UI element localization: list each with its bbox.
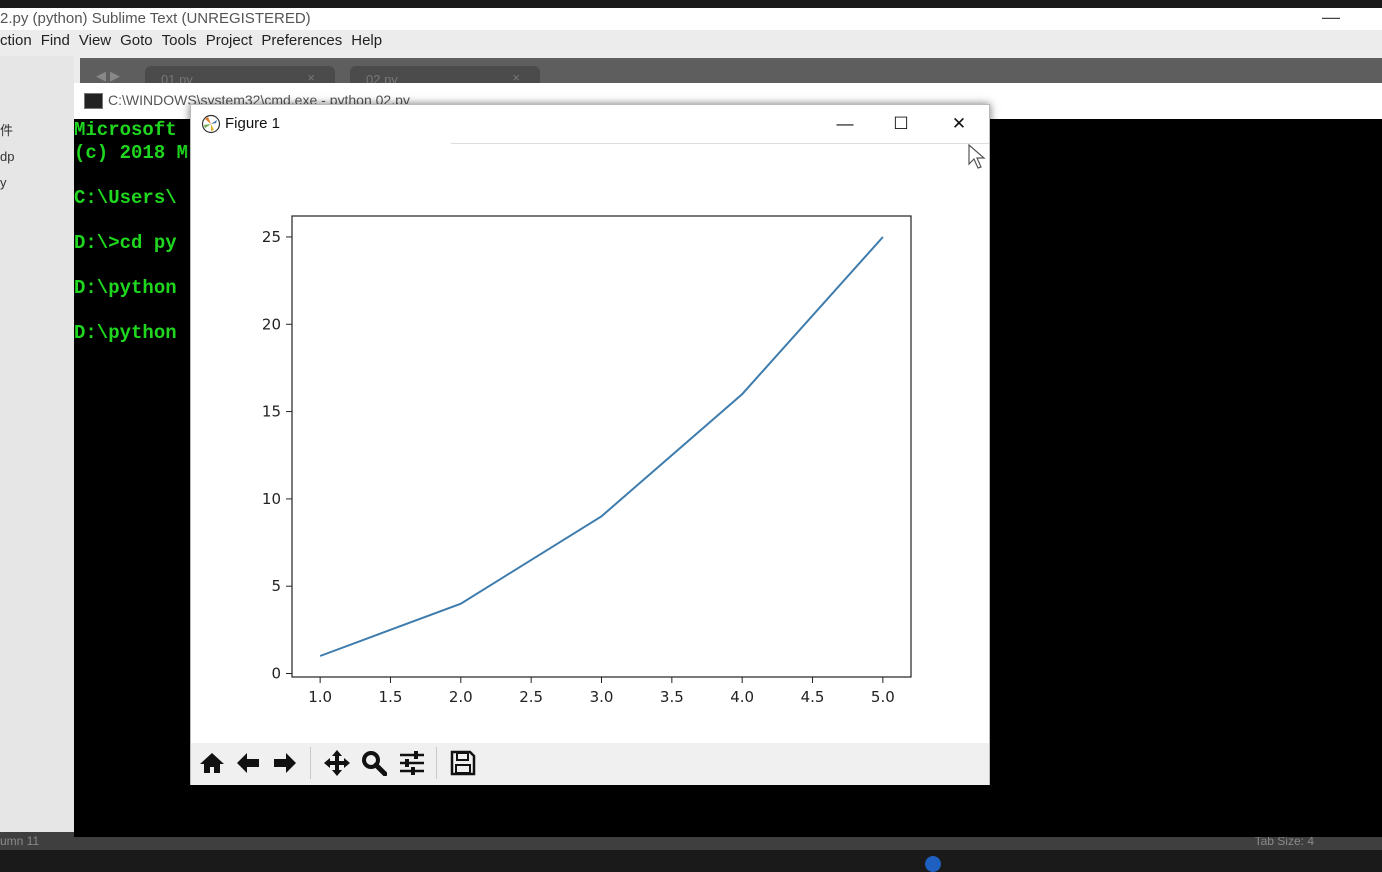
save-floppy-icon [450,750,476,776]
console-line: C:\Users\ [74,186,177,209]
x-tick-label: 3.0 [590,688,614,706]
menu-help[interactable]: Help [351,32,382,49]
mouse-cursor-icon [968,144,986,169]
forward-button[interactable] [268,746,302,780]
x-tick-label: 1.0 [308,688,332,706]
sublime-minimize-button[interactable]: — [1322,6,1340,28]
pan-button[interactable] [320,746,354,780]
menu-goto[interactable]: Goto [120,32,153,49]
y-tick-label: 20 [262,315,281,333]
titlebar-divider [451,143,989,144]
figure-canvas[interactable]: 1.0 1.5 2.0 2.5 3.0 3.5 4.0 4.5 5.0 0 5 10 15 20 25 [191,145,989,743]
status-position: umn 11 [0,834,40,848]
zoom-magnifier-icon [362,751,387,776]
y-tick-label: 25 [262,228,281,246]
zoom-button[interactable] [357,746,391,780]
menu-tools[interactable]: Tools [162,32,197,49]
menu-project[interactable]: Project [206,32,253,49]
console-line: (c) 2018 M [74,141,189,164]
toolbar-separator [310,747,311,779]
tab-scroll-arrows-icon[interactable]: ◀▶ [96,68,124,84]
home-button[interactable] [195,746,229,780]
sublime-sidebar: 件 dp y [0,56,74,836]
menu-preferences[interactable]: Preferences [261,32,342,49]
pan-move-icon [324,750,350,776]
sidebar-item[interactable]: dp [0,144,74,170]
subplots-button[interactable] [395,746,429,780]
y-tick-label: 10 [262,490,281,508]
figure-titlebar[interactable]: Figure 1 — ☐ ✕ [191,105,989,143]
x-axis: 1.0 1.5 2.0 2.5 3.0 3.5 4.0 4.5 5.0 [308,677,895,706]
forward-arrow-icon [274,753,296,773]
menu-view[interactable]: View [79,32,111,49]
maximize-button[interactable]: ☐ [873,105,929,143]
console-line: Microsoft [74,119,177,141]
x-tick-label: 2.5 [519,688,543,706]
sublime-menubar: ction Find View Goto Tools Project Preferences… [0,32,391,56]
back-button[interactable] [231,746,265,780]
save-button[interactable] [446,746,480,780]
navigation-toolbar [191,743,989,785]
menu-find[interactable]: Find [41,32,70,49]
close-button[interactable]: ✕ [931,105,987,143]
y-tick-label: 0 [271,665,281,683]
matplotlib-logo-icon [201,114,221,134]
y-axis: 0 5 10 15 20 25 [262,228,292,683]
line-chart[interactable]: 1.0 1.5 2.0 2.5 3.0 3.5 4.0 4.5 5.0 0 5 10 15 20 25 [191,145,989,743]
console-line: D:\python [74,321,177,344]
cmd-console-output: Microsoft (c) 2018 M C:\Users\ D:\>cd py … [74,119,188,344]
figure-window[interactable]: Figure 1 — ☐ ✕ 1.0 1.5 2.0 2.5 3.0 3.5 4.0 4.5 5… [190,104,990,785]
taskbar-indicator-icon [925,856,941,872]
home-icon [200,753,224,773]
x-tick-label: 2.0 [449,688,473,706]
x-tick-label: 3.5 [660,688,684,706]
console-line: D:\python [74,276,177,299]
y-tick-label: 5 [271,577,281,595]
menu-selection[interactable]: ction [0,32,32,49]
console-line: D:\>cd py [74,231,177,254]
back-arrow-icon [237,753,259,773]
x-tick-label: 5.0 [871,688,895,706]
y-tick-label: 15 [262,403,281,421]
x-tick-label: 4.5 [801,688,825,706]
figure-title: Figure 1 [225,115,281,132]
toolbar-separator [436,747,437,779]
sidebar-item[interactable]: 件 [0,118,74,144]
sublime-titlebar: 2.py (python) Sublime Text (UNREGISTERED… [0,6,1382,30]
x-tick-label: 4.0 [730,688,754,706]
sidebar-item[interactable]: y [0,170,74,196]
sublime-title-text: 2.py (python) Sublime Text (UNREGISTERED… [0,10,311,27]
cmd-icon [84,93,103,109]
minimize-button[interactable]: — [817,105,873,143]
configure-subplots-icon [400,751,424,775]
x-tick-label: 1.5 [379,688,403,706]
plot-axes-frame [291,215,912,678]
